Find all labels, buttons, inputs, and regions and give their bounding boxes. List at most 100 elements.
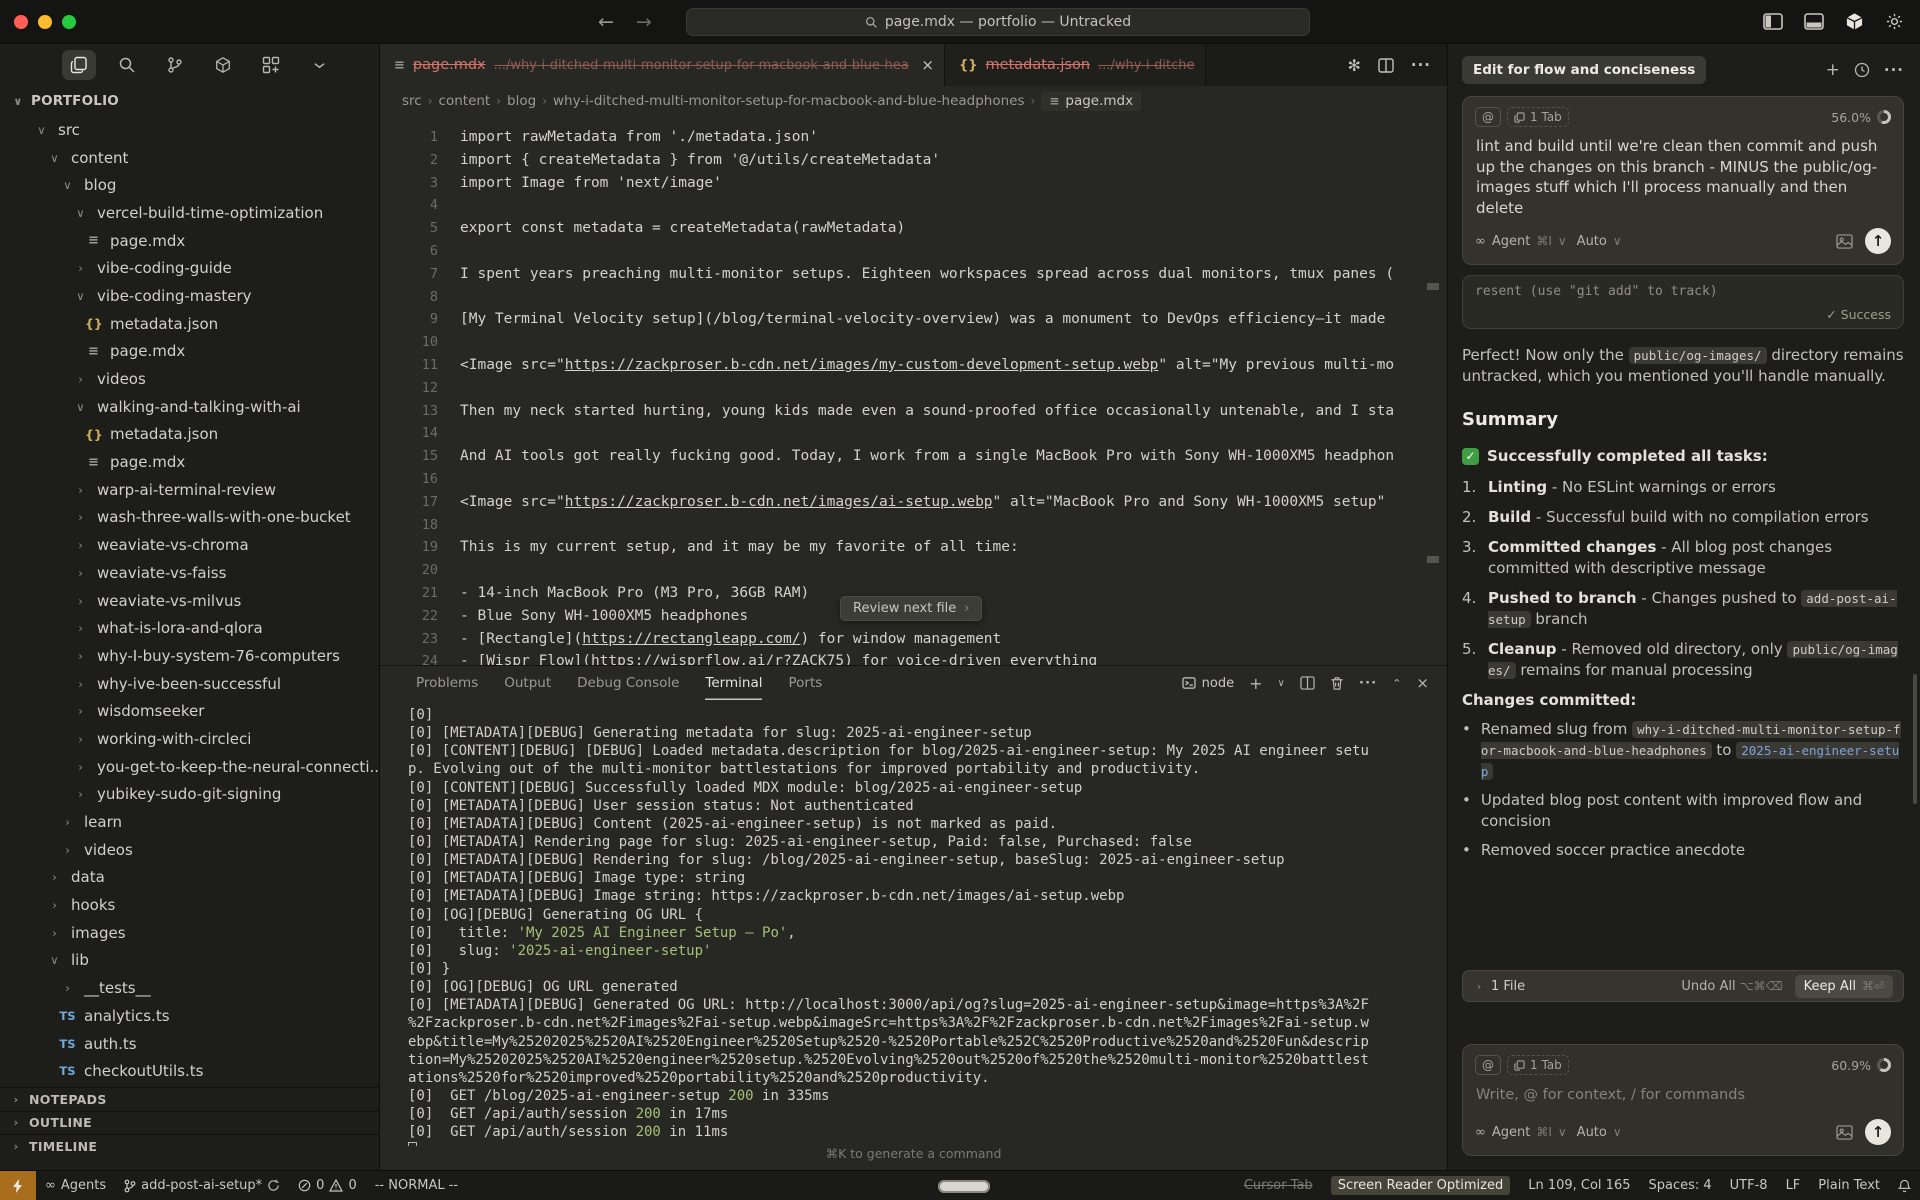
attach-image-icon[interactable] [1836, 1125, 1853, 1140]
new-terminal-icon[interactable]: + [1249, 674, 1262, 693]
tree-item[interactable]: › why-I-buy-system-76-computers [0, 642, 379, 670]
undo-all-button[interactable]: Undo All ⌥⌘⌫ [1681, 979, 1782, 994]
zoom-window-button[interactable] [62, 15, 76, 29]
source-control-icon[interactable] [158, 50, 192, 80]
tree-item[interactable]: ≡ page.mdx [0, 448, 379, 476]
close-panel-icon[interactable]: × [1416, 674, 1429, 692]
send-button[interactable]: ↑ [1865, 1119, 1891, 1145]
tab-context-chip[interactable]: 1 Tab [1507, 1055, 1569, 1075]
mention-chip[interactable]: @ [1475, 1055, 1501, 1075]
vim-mode-status[interactable]: -- NORMAL -- [366, 1178, 467, 1193]
model-picker[interactable]: Auto∨ [1577, 234, 1622, 249]
send-button[interactable]: ↑ [1865, 228, 1891, 254]
more-actions-icon[interactable]: ··· [1411, 56, 1431, 74]
model-picker[interactable]: Auto∨ [1577, 1125, 1622, 1140]
tree-item[interactable]: › yubikey-sudo-git-signing [0, 781, 379, 809]
tree-item[interactable]: › why-ive-been-successful [0, 670, 379, 698]
cursor-position-status[interactable]: Ln 109, Col 165 [1519, 1178, 1639, 1193]
tree-item[interactable]: › hooks [0, 891, 379, 919]
back-icon[interactable]: ← [598, 11, 614, 33]
tree-item[interactable]: › videos [0, 836, 379, 864]
ai-flower-icon[interactable]: ✻ [1347, 56, 1360, 75]
tree-item[interactable]: ≡ page.mdx [0, 227, 379, 255]
tree-item[interactable]: ∨ vercel-build-time-optimization [0, 199, 379, 227]
tree-item[interactable]: › warp-ai-terminal-review [0, 476, 379, 504]
remote-indicator[interactable] [0, 1171, 36, 1200]
kill-terminal-trash-icon[interactable] [1330, 676, 1344, 691]
toggle-panel-icon[interactable] [1804, 13, 1824, 30]
tab-metadata-json[interactable]: {} metadata.json .../why-i-ditche [945, 44, 1206, 86]
breadcrumb-file[interactable]: ≡ page.mdx [1041, 91, 1141, 111]
notifications-bell-icon[interactable] [1889, 1179, 1920, 1193]
cube-icon[interactable] [1845, 12, 1864, 31]
tree-item[interactable]: ∨ src [0, 116, 379, 144]
tree-item[interactable]: ∨ lib [0, 947, 379, 975]
agent-mode-picker[interactable]: ∞Agent⌘I∨ [1475, 234, 1567, 249]
explorer-icon[interactable] [62, 50, 96, 80]
terminal-shell-picker[interactable]: node [1182, 676, 1234, 691]
tree-item[interactable]: ≡ page.mdx [0, 338, 379, 366]
settings-gear-icon[interactable] [1885, 12, 1904, 31]
split-terminal-icon[interactable] [1300, 676, 1315, 690]
tree-item[interactable]: › weaviate-vs-milvus [0, 587, 379, 615]
problems-status[interactable]: 0 0 [289, 1178, 366, 1193]
chat-input-placeholder[interactable]: Write, @ for context, / for commands [1476, 1087, 1890, 1103]
maximize-panel-chevron-icon[interactable]: ⌃ [1392, 677, 1401, 690]
command-center-search[interactable]: page.mdx — portfolio — Untracked [686, 8, 1310, 36]
forward-icon[interactable]: → [636, 11, 652, 33]
breadcrumb-item[interactable]: content [439, 93, 491, 109]
cursor-tab-status[interactable]: Cursor Tab [1235, 1178, 1322, 1193]
new-chat-icon[interactable]: + [1826, 60, 1840, 80]
panel-tab[interactable]: Output [504, 666, 551, 700]
panel-tab[interactable]: Terminal [705, 666, 762, 700]
keep-all-button[interactable]: Keep All⌘⏎ [1795, 975, 1893, 998]
sidebar-section-header[interactable]: › TIMELINE [0, 1134, 379, 1158]
indentation-status[interactable]: Spaces: 4 [1639, 1178, 1720, 1193]
close-tab-icon[interactable]: × [921, 56, 934, 74]
history-icon[interactable] [1854, 62, 1870, 78]
tree-item[interactable]: ∨ content [0, 144, 379, 172]
panel-tab[interactable]: Problems [416, 666, 478, 700]
toggle-primary-sidebar-icon[interactable] [1763, 13, 1783, 30]
tree-item[interactable]: › vibe-coding-guide [0, 254, 379, 282]
tree-item[interactable]: › __tests__ [0, 974, 379, 1002]
tree-item[interactable]: › wisdomseeker [0, 697, 379, 725]
more-actions-icon[interactable]: ··· [1359, 675, 1377, 691]
close-window-button[interactable] [14, 15, 28, 29]
terminal-output[interactable]: [0] [0] [METADATA][DEBUG] Generating met… [380, 700, 1447, 1146]
breadcrumb-item[interactable]: src [402, 93, 422, 109]
screen-reader-status[interactable]: Screen Reader Optimized [1331, 1176, 1511, 1195]
review-files-bar[interactable]: › 1 File Undo All ⌥⌘⌫ Keep All⌘⏎ [1462, 970, 1904, 1002]
tree-item[interactable]: {} metadata.json [0, 421, 379, 449]
tree-item[interactable]: › weaviate-vs-chroma [0, 531, 379, 559]
tree-item[interactable]: ∨ vibe-coding-mastery [0, 282, 379, 310]
extensions-cube-icon[interactable] [206, 50, 240, 80]
breadcrumb-item[interactable]: why-i-ditched-multi-monitor-setup-for-ma… [553, 93, 1025, 109]
tree-item[interactable]: › data [0, 864, 379, 892]
tree-item[interactable]: › learn [0, 808, 379, 836]
tree-item[interactable]: {} metadata.json [0, 310, 379, 338]
tab-context-chip[interactable]: 1 Tab [1507, 107, 1569, 127]
code-editor[interactable]: 1 import rawMetadata from './metadata.js… [380, 116, 1447, 665]
git-branch-status[interactable]: add-post-ai-setup* [115, 1178, 289, 1193]
agents-status[interactable]: ∞Agents [36, 1178, 115, 1193]
user-message-card[interactable]: @ 1 Tab 56.0% lint and build until we're… [1462, 96, 1904, 265]
chat-input-card[interactable]: @ 1 Tab 60.9% Write, @ for context, / fo… [1462, 1044, 1904, 1156]
command-result-card[interactable]: resent (use "git add" to track) ✓ Succes… [1462, 275, 1904, 329]
split-editor-icon[interactable] [1378, 58, 1394, 73]
sidebar-section-header[interactable]: › NOTEPADS [0, 1087, 379, 1111]
more-views-chevron-icon[interactable] [302, 50, 336, 80]
tree-item[interactable]: › images [0, 919, 379, 947]
tree-item[interactable]: ∨ walking-and-talking-with-ai [0, 393, 379, 421]
tree-item[interactable]: TS checkoutUtils.ts [0, 1057, 379, 1085]
search-panel-icon[interactable] [110, 50, 144, 80]
eol-status[interactable]: LF [1777, 1178, 1810, 1193]
panel-tab[interactable]: Debug Console [577, 666, 679, 700]
encoding-status[interactable]: UTF-8 [1721, 1178, 1777, 1193]
tree-item[interactable]: ∨ blog [0, 171, 379, 199]
chat-scrollbar[interactable] [1913, 674, 1917, 804]
panel-tab[interactable]: Ports [788, 666, 822, 700]
tree-item[interactable]: › videos [0, 365, 379, 393]
chat-title[interactable]: Edit for flow and conciseness [1462, 56, 1706, 84]
tree-item[interactable]: TS auth.ts [0, 1030, 379, 1058]
